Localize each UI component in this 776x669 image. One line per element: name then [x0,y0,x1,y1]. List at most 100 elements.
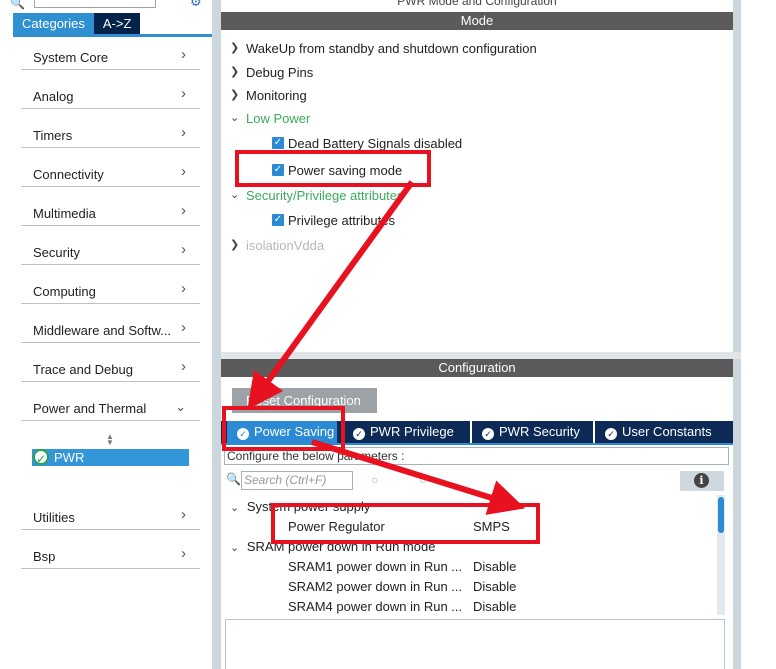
chevron-down-icon: ⌄ [230,542,240,554]
category-security[interactable]: Security › [21,235,200,265]
category-label: Utilities [33,510,75,525]
chevron-down-icon: ⌄ [230,502,240,514]
category-system-core[interactable]: System Core › [21,40,200,70]
peripheral-search-input[interactable] [34,0,156,8]
annotation-box-power-saving-tab [222,406,345,451]
chevron-right-icon: › [181,241,186,258]
category-label: Power and Thermal [33,401,147,416]
vertical-scrollbar[interactable] [733,0,741,352]
annotation-box-power-saving-mode [235,150,431,187]
chevron-right-icon: › [181,506,186,523]
check-circle-icon: ✓ [482,428,494,440]
chevron-right-icon: › [181,163,186,180]
scrollbar-thumb[interactable] [718,497,724,533]
category-connectivity[interactable]: Connectivity › [21,157,200,187]
category-label: Security [33,245,80,260]
chevron-right-icon: › [181,124,186,141]
chevron-right-icon: ❯ [230,66,240,78]
peripheral-item-pwr[interactable]: ✓ PWR [32,449,189,466]
param-row[interactable]: SRAM1 power down in Run ... [288,559,462,574]
chevron-right-icon: › [181,319,186,336]
sort-icon[interactable]: ▲ ▼ [106,433,114,447]
chevron-down-icon: ⌄ [230,112,240,124]
chevron-right-icon: › [181,280,186,297]
param-row[interactable]: SRAM2 power down in Run ... [288,579,462,594]
category-middleware[interactable]: Middleware and Softw... › [21,313,200,343]
categories-panel: 🔍 ⚙ Categories A->Z System Core › Analog… [0,0,212,669]
chevron-right-icon: › [181,46,186,63]
chevron-down-icon: ⌄ [230,189,240,201]
tree-item-label: isolationVdda [246,238,325,253]
category-timers[interactable]: Timers › [21,118,200,148]
param-value[interactable]: Disable [473,579,516,594]
peripheral-label: PWR [54,450,85,465]
category-label: Trace and Debug [33,362,133,377]
search-next-icon[interactable]: ○ [419,473,426,487]
checkbox-label: Dead Battery Signals disabled [288,136,463,151]
tab-a-to-z[interactable]: A->Z [93,13,141,34]
category-label: Analog [33,89,74,104]
chevron-right-icon: › [181,202,186,219]
category-power-and-thermal[interactable]: Power and Thermal ⌄ [21,391,200,421]
category-label: Timers [33,128,73,143]
category-computing[interactable]: Computing › [21,274,200,304]
category-utilities[interactable]: Utilities › [21,500,200,530]
category-bsp[interactable]: Bsp › [21,539,200,569]
pane-splitter[interactable] [221,352,741,359]
search-previous-icon[interactable]: ○ [371,473,378,487]
panel-divider[interactable] [212,0,221,669]
tab-categories[interactable]: Categories [13,13,94,34]
category-multimedia[interactable]: Multimedia › [21,196,200,226]
tab-separator [470,421,472,443]
info-button[interactable]: i [680,471,724,491]
chevron-down-icon: ⌄ [175,399,186,414]
check-circle-icon: ✓ [605,428,617,440]
tree-item-label: Low Power [246,111,311,126]
chevron-right-icon: › [181,358,186,375]
chevron-right-icon: ❯ [230,89,240,101]
tab-pwr-privilege[interactable]: ✓ PWR Privilege [353,421,468,443]
category-label: Computing [33,284,96,299]
category-trace-and-debug[interactable]: Trace and Debug › [21,352,200,382]
param-value[interactable]: Disable [473,599,516,614]
tab-label: PWR Privilege [370,424,454,439]
check-circle-icon: ✓ [353,428,365,440]
category-label: Middleware and Softw... [33,323,172,338]
checkbox-label: Privilege attributes [288,213,395,228]
gear-icon[interactable]: ⚙ [190,0,202,10]
checkbox-checked-icon[interactable]: ✓ [272,214,284,226]
category-view-tabs: Categories A->Z [13,13,141,34]
category-label: Multimedia [33,206,96,221]
tab-label: PWR Security [499,424,580,439]
window-title: PWR Mode and Configuration [397,0,557,8]
parameter-search-input[interactable]: Search (Ctrl+F) [241,471,353,490]
check-circle-icon: ✓ [33,449,49,466]
tree-item-label: Security/Privilege attributes [246,188,404,203]
tab-separator [593,421,595,443]
param-row[interactable]: SRAM4 power down in Run ... [288,599,462,614]
param-value[interactable]: Disable [473,559,516,574]
tab-pwr-security[interactable]: ✓ PWR Security [482,421,592,443]
category-label: System Core [33,50,109,65]
chevron-right-icon: › [181,85,186,102]
annotation-box-power-regulator [271,503,540,544]
chevron-right-icon: ❯ [230,42,240,54]
category-analog[interactable]: Analog › [21,79,200,109]
search-icon[interactable]: 🔍 [10,0,25,10]
tab-underline [13,34,212,37]
chevron-right-icon: › [181,545,186,562]
tab-user-constants[interactable]: ✓ User Constants [605,421,733,443]
category-label: Bsp [33,549,56,564]
tree-item-label: WakeUp from standby and shutdown configu… [246,41,537,56]
checkbox-checked-icon[interactable]: ✓ [272,137,284,149]
chevron-right-icon: ❯ [230,239,240,251]
parameter-description-box [225,619,725,669]
search-icon[interactable]: 🔍 [226,472,241,486]
tab-label: User Constants [622,424,712,439]
info-icon: i [694,473,709,488]
category-label: Connectivity [33,167,104,182]
configuration-header: Configuration [221,359,733,377]
vertical-scrollbar[interactable] [733,359,741,669]
tree-item-label: Debug Pins [246,65,314,80]
mode-header: Mode [221,12,733,30]
